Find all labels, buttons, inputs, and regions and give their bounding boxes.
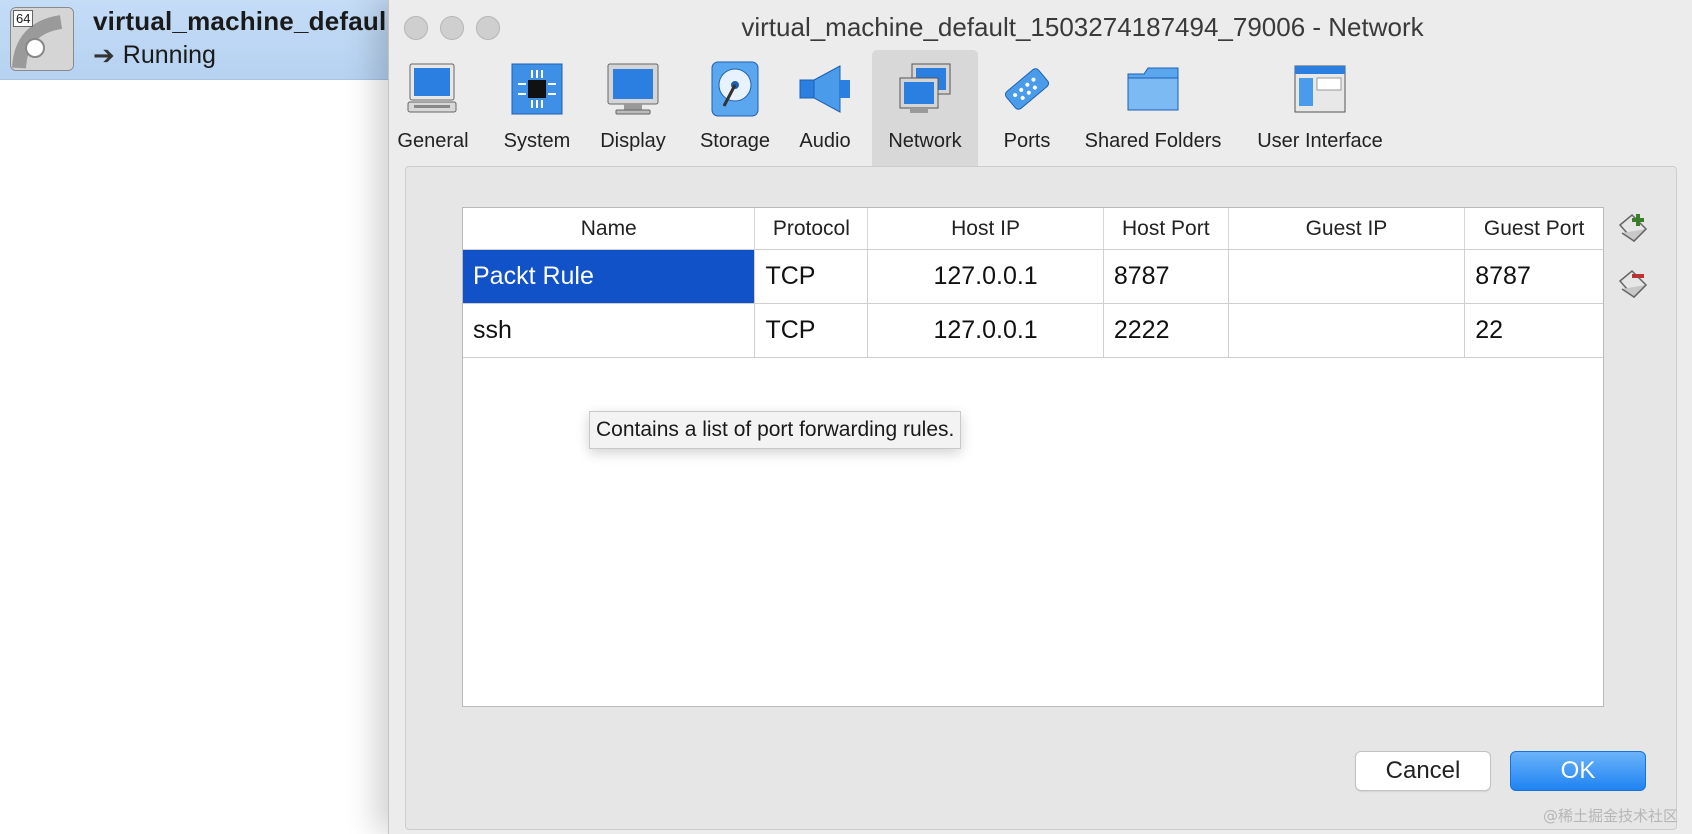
column-header-name[interactable]: Name (463, 208, 756, 249)
tab-label: System (503, 130, 571, 152)
arrow-right-icon: ➔ (93, 40, 115, 70)
cancel-button[interactable]: Cancel (1355, 751, 1491, 791)
disk-icon (711, 61, 759, 117)
port-forwarding-table: Name Protocol Host IP Host Port Guest IP… (462, 207, 1604, 707)
cell-host-port[interactable]: 2222 (1104, 304, 1229, 357)
table-row[interactable]: ssh TCP 127.0.0.1 2222 22 (463, 304, 1603, 358)
settings-toolbar: General System Display Storage Audio Net… (389, 50, 1692, 166)
general-icon (407, 63, 457, 113)
monitor-icon (607, 63, 659, 115)
window-icon (1294, 65, 1346, 113)
tab-user-interface[interactable]: User Interface (1245, 50, 1395, 166)
tab-general[interactable]: General (389, 50, 477, 166)
folder-icon (1127, 67, 1179, 111)
column-header-host-ip[interactable]: Host IP (868, 208, 1104, 249)
vm-name: virtual_machine_defaul (93, 6, 387, 36)
vm-list-item[interactable]: 64 virtual_machine_defaul ➔ Running (0, 0, 420, 80)
tooltip: Contains a list of port forwarding rules… (589, 411, 962, 449)
os-type-icon: 64 (10, 7, 74, 71)
cell-guest-ip[interactable] (1229, 304, 1466, 357)
tab-system[interactable]: System (489, 50, 585, 166)
tab-network[interactable]: Network (872, 50, 978, 166)
vm-state-label: Running (122, 41, 216, 69)
os-bitness-badge: 64 (13, 10, 34, 27)
tab-storage[interactable]: Storage (685, 50, 785, 166)
cell-guest-port[interactable]: 22 (1465, 304, 1603, 357)
cell-protocol[interactable]: TCP (755, 304, 869, 357)
watermark: @稀土掘金技术社区 (1542, 807, 1678, 825)
tab-label: Ports (1003, 130, 1051, 152)
network-panel: Name Protocol Host IP Host Port Guest IP… (405, 166, 1677, 830)
serial-port-icon (1004, 68, 1050, 110)
title-bar: virtual_machine_default_1503274187494_79… (389, 0, 1692, 52)
window-title: virtual_machine_default_1503274187494_79… (741, 12, 1424, 42)
tab-label: General (397, 130, 469, 152)
tab-label: Shared Folders (1084, 130, 1222, 152)
cell-host-ip[interactable]: 127.0.0.1 (868, 304, 1104, 357)
speaker-icon (799, 65, 850, 113)
table-row[interactable]: Packt Rule TCP 127.0.0.1 8787 8787 (463, 250, 1603, 304)
cell-host-port[interactable]: 8787 (1104, 250, 1229, 303)
remove-rule-icon[interactable] (1616, 267, 1650, 301)
cell-name[interactable]: Packt Rule (463, 250, 756, 303)
tab-label: Audio (799, 130, 851, 152)
column-header-guest-port[interactable]: Guest Port (1465, 208, 1603, 249)
tab-display[interactable]: Display (585, 50, 681, 166)
cell-name[interactable]: ssh (463, 304, 756, 357)
tab-label: User Interface (1257, 130, 1383, 152)
ok-button[interactable]: OK (1510, 751, 1646, 791)
tab-shared-folders[interactable]: Shared Folders (1079, 50, 1227, 166)
column-header-protocol[interactable]: Protocol (755, 208, 869, 249)
chip-icon (511, 63, 563, 115)
tab-label: Storage (699, 130, 771, 152)
add-rule-icon[interactable] (1616, 211, 1650, 245)
tab-ports[interactable]: Ports (987, 50, 1067, 166)
table-header: Name Protocol Host IP Host Port Guest IP… (463, 208, 1603, 250)
column-header-host-port[interactable]: Host Port (1104, 208, 1229, 249)
column-header-guest-ip[interactable]: Guest IP (1229, 208, 1466, 249)
network-icon (899, 63, 951, 113)
cell-protocol[interactable]: TCP (755, 250, 869, 303)
vm-state: ➔ Running (93, 40, 216, 71)
cell-guest-ip[interactable] (1229, 250, 1466, 303)
tab-label: Display (600, 130, 666, 152)
tab-audio[interactable]: Audio (787, 50, 863, 166)
cell-host-ip[interactable]: 127.0.0.1 (868, 250, 1104, 303)
settings-window: virtual_machine_default_1503274187494_79… (388, 0, 1692, 834)
tab-label: Network (888, 130, 962, 152)
cell-guest-port[interactable]: 8787 (1465, 250, 1603, 303)
